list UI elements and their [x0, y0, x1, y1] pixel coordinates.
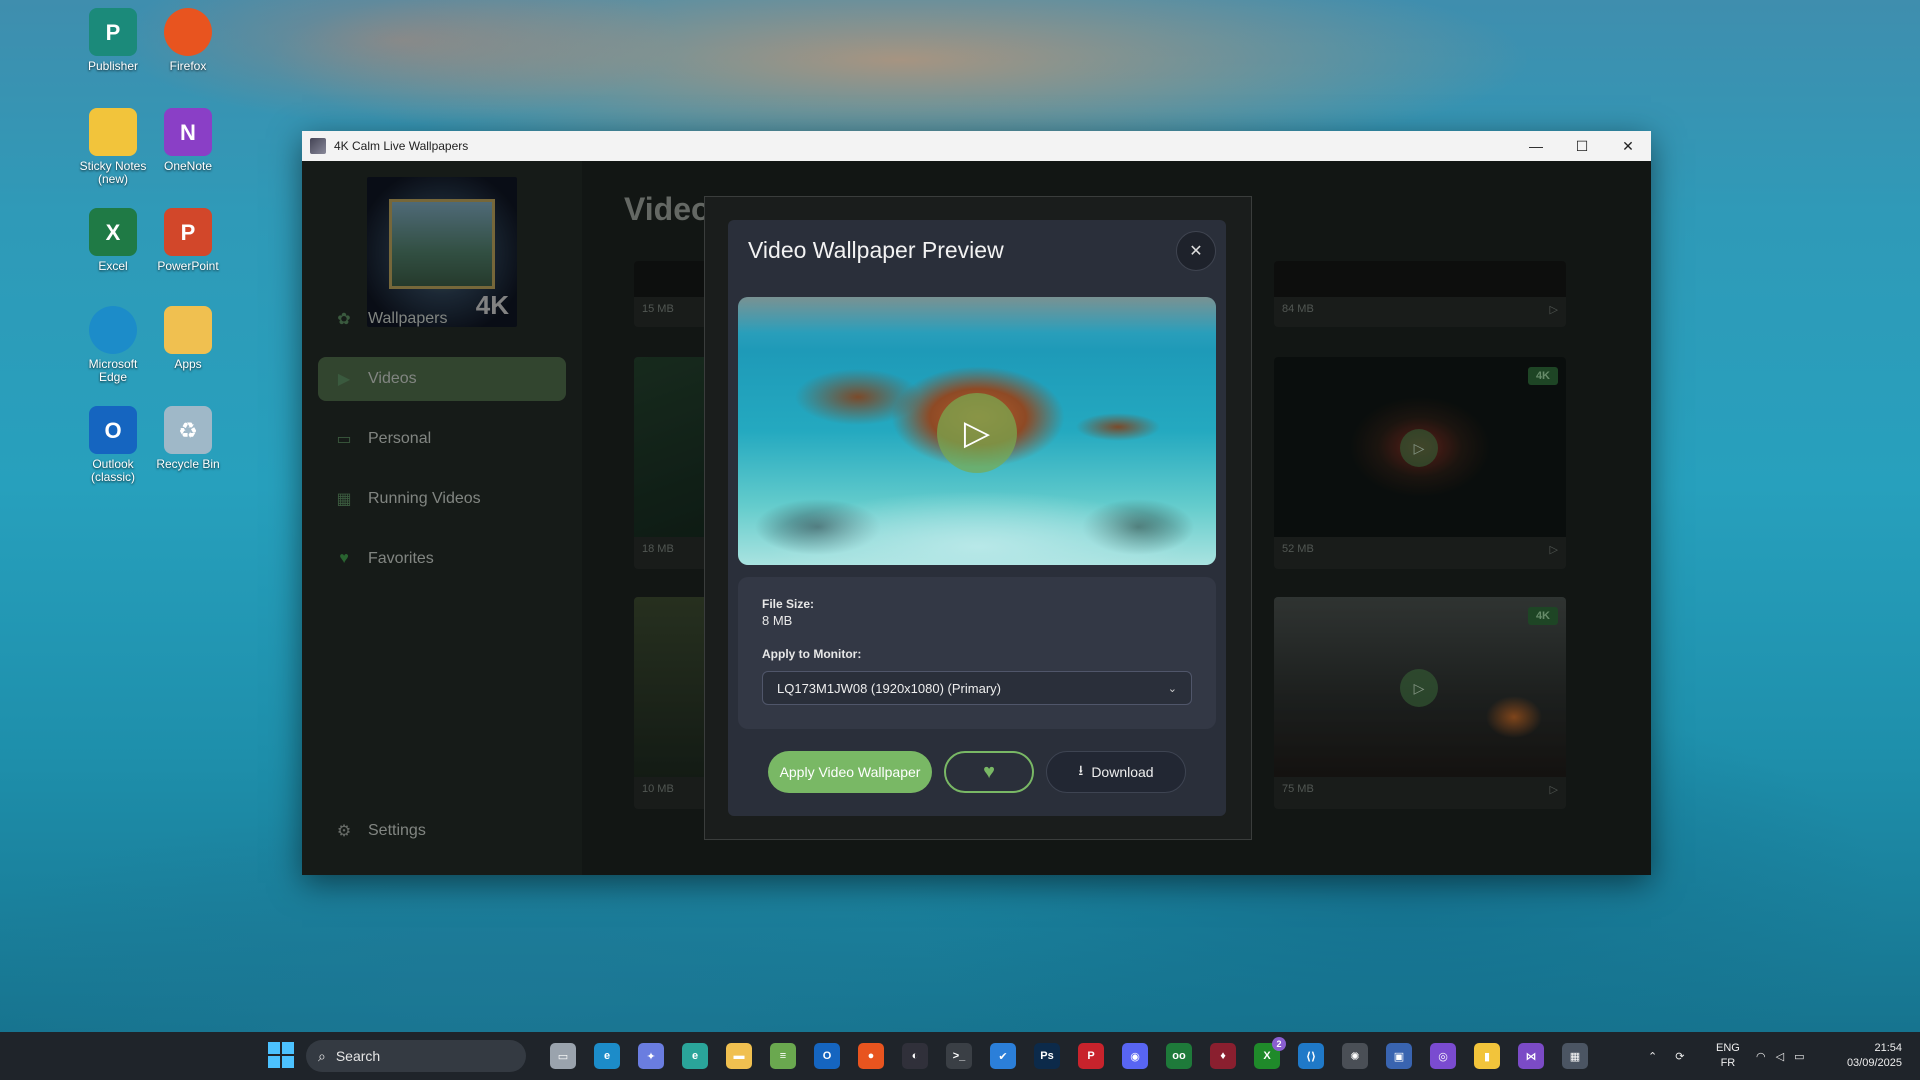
- todo-icon[interactable]: ✔: [990, 1043, 1016, 1069]
- desktop-shortcut-label: Microsoft Edge: [88, 357, 138, 384]
- notepad-icon[interactable]: ≡: [770, 1043, 796, 1069]
- close-dialog-button[interactable]: ✕: [1176, 231, 1216, 271]
- close-window-button[interactable]: ✕: [1605, 131, 1651, 161]
- language-code: ENG: [1716, 1042, 1740, 1054]
- terminal-icon[interactable]: >_: [946, 1043, 972, 1069]
- gamepass-icon[interactable]: oo: [1166, 1043, 1192, 1069]
- chatgpt-icon[interactable]: ✺: [1342, 1043, 1368, 1069]
- file-size-value: 8 MB: [762, 613, 793, 628]
- system-tray: ⌃ ⟳: [1648, 1032, 1684, 1080]
- maximize-button[interactable]: ☐: [1559, 131, 1605, 161]
- pinterest-icon[interactable]: P: [1078, 1043, 1104, 1069]
- file-explorer-icon[interactable]: ▬: [726, 1043, 752, 1069]
- photoshop-icon[interactable]: Ps: [1034, 1043, 1060, 1069]
- onenote-icon: N: [164, 108, 212, 156]
- desktop-shortcut[interactable]: Apps: [150, 306, 226, 371]
- status-icons[interactable]: ◠ ◁ ▭: [1756, 1032, 1804, 1080]
- discord-icon[interactable]: ◉: [1122, 1043, 1148, 1069]
- battery-icon: ▭: [1794, 1050, 1805, 1063]
- remote-desktop-icon[interactable]: ▣: [1386, 1043, 1412, 1069]
- task-view-icon[interactable]: ▭: [550, 1043, 576, 1069]
- desktop-shortcut-label: Apps: [174, 357, 202, 371]
- apply-video-wallpaper-button[interactable]: Apply Video Wallpaper: [768, 751, 932, 793]
- favorite-button[interactable]: ♥: [944, 751, 1034, 793]
- file-size-label: File Size:: [762, 597, 815, 611]
- outlook-icon: O: [89, 406, 137, 454]
- firefox-icon: [164, 8, 212, 56]
- obsidian-icon[interactable]: ◐: [902, 1043, 928, 1069]
- download-label: Download: [1091, 764, 1154, 780]
- powerpoint-icon: P: [164, 208, 212, 256]
- start-button[interactable]: [268, 1042, 294, 1068]
- wallpaper-info-panel: File Size: 8 MB Apply to Monitor: LQ173M…: [738, 577, 1216, 729]
- recycle-bin-icon: ♻: [164, 406, 212, 454]
- clock-date: 03/09/2025: [1846, 1057, 1902, 1069]
- desktop-shortcut-label: Sticky Notes (new): [79, 159, 147, 186]
- monitor-select-value: LQ173M1JW08 (1920x1080) (Primary): [777, 680, 1001, 696]
- excel-icon: X: [89, 208, 137, 256]
- desktop-shortcut[interactable]: O Outlook (classic): [75, 406, 151, 484]
- monitor-label: Apply to Monitor:: [762, 647, 862, 661]
- rider-icon[interactable]: ♦: [1210, 1043, 1236, 1069]
- search-placeholder: Search: [335, 1048, 381, 1064]
- edge-taskbar-icon[interactable]: e: [594, 1043, 620, 1069]
- sticky-notes-icon: [89, 108, 137, 156]
- video-preview[interactable]: ▷: [738, 297, 1216, 565]
- firefox-taskbar-icon[interactable]: ●: [858, 1043, 884, 1069]
- desktop-shortcut-label: OneNote: [163, 159, 213, 173]
- chevron-up-icon[interactable]: ⌃: [1648, 1050, 1657, 1063]
- clock-time: 21:54: [1874, 1042, 1902, 1054]
- keyboard-layout: FR: [1720, 1057, 1736, 1069]
- desktop-shortcut[interactable]: P PowerPoint: [150, 208, 226, 273]
- volume-icon: ◁: [1775, 1050, 1785, 1063]
- taskbar: ⌕ Search ▭ e ✦ e ▬ ≡ O ● ◐ >_ ✔ Ps P ◉ oo ♦ X 2 ⟨⟩ ✺ ▣ ◎ ▮ ⋈ ▦ ⌃…: [0, 1032, 1920, 1080]
- window-title: 4K Calm Live Wallpapers: [334, 139, 469, 153]
- download-icon: ⭳: [1078, 762, 1084, 778]
- notification-badge: 2: [1272, 1037, 1286, 1051]
- desktop-shortcut-label: Firefox: [169, 59, 207, 73]
- monitor-select[interactable]: LQ173M1JW08 (1920x1080) (Primary) ⌄: [762, 671, 1192, 705]
- edge-dev-icon[interactable]: e: [682, 1043, 708, 1069]
- title-bar: 4K Calm Live Wallpapers — ☐ ✕: [302, 131, 1651, 161]
- app-icon: [310, 138, 326, 154]
- vscode-icon[interactable]: ⟨⟩: [1298, 1043, 1324, 1069]
- visual-studio-icon[interactable]: ⋈: [1518, 1043, 1544, 1069]
- language-indicator[interactable]: ENG FR: [1716, 1041, 1740, 1071]
- desktop-shortcut[interactable]: Microsoft Edge: [75, 306, 151, 384]
- chevron-down-icon: ⌄: [1167, 682, 1177, 695]
- edge-icon: [89, 306, 137, 354]
- desktop-shortcut-label: Excel: [98, 259, 128, 273]
- taskbar-search[interactable]: ⌕ Search: [306, 1040, 526, 1072]
- heart-icon: ♥: [983, 760, 995, 783]
- outlook-taskbar-icon[interactable]: O: [814, 1043, 840, 1069]
- apps-folder-icon: [164, 306, 212, 354]
- desktop-shortcut[interactable]: Sticky Notes (new): [75, 108, 151, 186]
- minimize-button[interactable]: —: [1513, 131, 1559, 161]
- publisher-icon: P: [89, 8, 137, 56]
- sync-icon[interactable]: ⟳: [1675, 1050, 1684, 1063]
- play-icon[interactable]: ▷: [937, 393, 1017, 473]
- desktop-shortcut[interactable]: N OneNote: [150, 108, 226, 173]
- desktop-shortcut[interactable]: ♻ Recycle Bin: [150, 406, 226, 471]
- desktop-shortcut-label: Publisher: [87, 59, 139, 73]
- desktop-shortcut-label: Outlook (classic): [91, 457, 135, 484]
- desktop-shortcut[interactable]: X Excel: [75, 208, 151, 273]
- desktop-shortcut-label: PowerPoint: [157, 259, 219, 273]
- dialog-title: Video Wallpaper Preview: [748, 237, 1004, 263]
- copilot-icon[interactable]: ✦: [638, 1043, 664, 1069]
- clock[interactable]: 21:54 03/09/2025: [1847, 1041, 1902, 1071]
- sticky-notes-taskbar-icon[interactable]: ▮: [1474, 1043, 1500, 1069]
- desktop-shortcut-label: Recycle Bin: [156, 457, 220, 471]
- wifi-icon: ◠: [1756, 1050, 1766, 1063]
- desktop-shortcut[interactable]: P Publisher: [75, 8, 151, 73]
- wallpapers-app-icon[interactable]: ▦: [1562, 1043, 1588, 1069]
- video-preview-dialog: Video Wallpaper Preview ✕ ▷ File Size: 8…: [728, 220, 1226, 816]
- search-icon: ⌕: [318, 1047, 326, 1064]
- desktop-shortcut[interactable]: Firefox: [150, 8, 226, 73]
- download-button[interactable]: ⭳ Download: [1046, 751, 1186, 793]
- proton-icon[interactable]: ◎: [1430, 1043, 1456, 1069]
